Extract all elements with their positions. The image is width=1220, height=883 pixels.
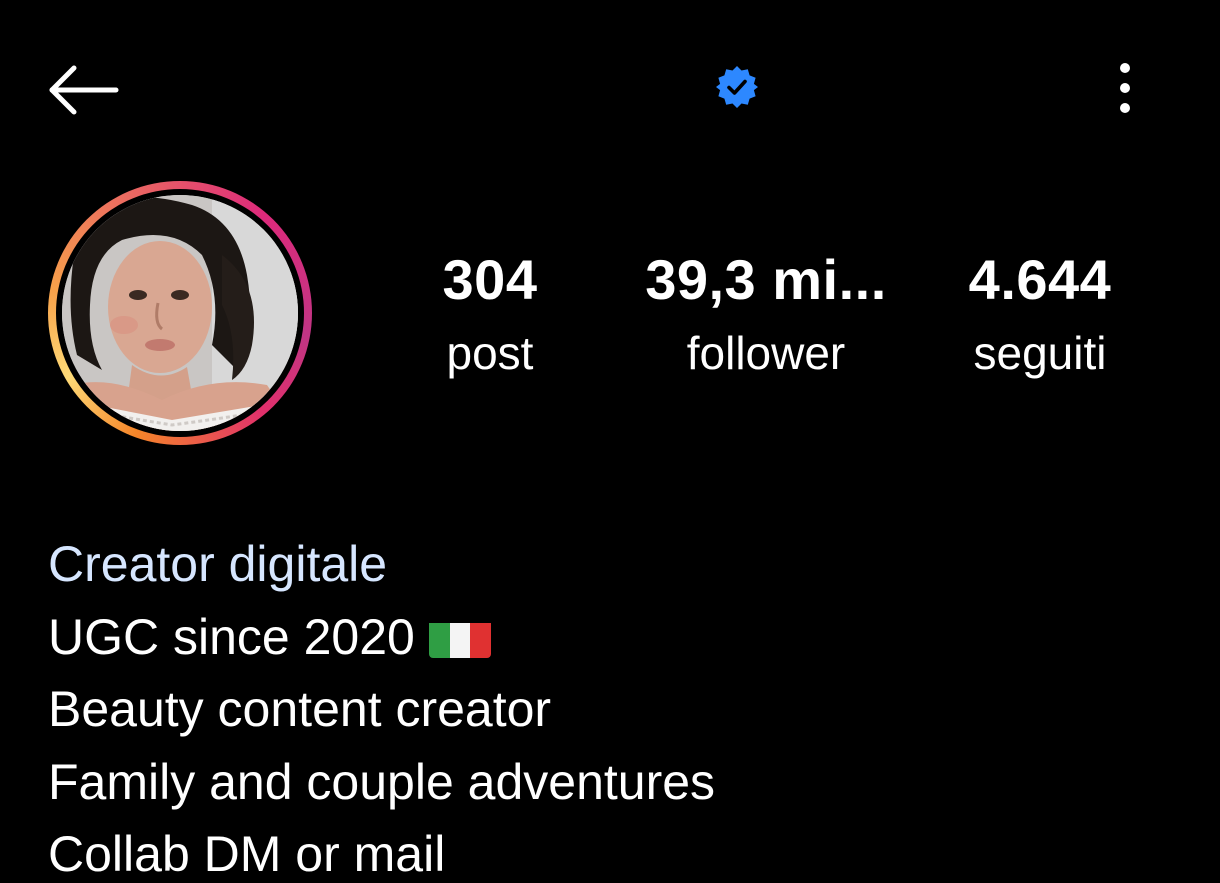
profile-photo-illustration: [62, 195, 298, 431]
top-bar: [0, 0, 1220, 180]
followers-label: follower: [686, 327, 846, 379]
following-stat[interactable]: 4.644 seguiti: [910, 247, 1170, 383]
following-label: seguiti: [973, 327, 1107, 379]
vertical-ellipsis-icon: [1120, 63, 1130, 113]
posts-stat[interactable]: 304 post: [360, 247, 620, 383]
italy-flag-icon: [428, 614, 491, 658]
bio-line: Family and couple adventures: [48, 753, 716, 810]
bio-line: Beauty content creator: [48, 681, 552, 737]
story-ring: [48, 181, 312, 445]
bio: Creator digitale UGC since 2020 Beauty c…: [48, 528, 1148, 883]
bio-line: Collab DM or mail: [48, 826, 446, 882]
arrow-left-icon: [49, 65, 119, 115]
more-options-button[interactable]: [1100, 58, 1150, 122]
followers-count: 39,3 mi...: [645, 248, 887, 311]
followers-stat[interactable]: 39,3 mi... follower: [636, 247, 896, 383]
posts-label: post: [446, 327, 534, 379]
bio-line: UGC since 2020: [48, 601, 1148, 674]
verified-badge-icon: [714, 64, 760, 110]
avatar[interactable]: [48, 181, 312, 445]
posts-count: 304: [442, 248, 538, 311]
bio-category[interactable]: Creator digitale: [48, 528, 1148, 601]
following-count: 4.644: [968, 248, 1112, 311]
bio-line-text: UGC since 2020: [48, 608, 415, 665]
profile-photo: [62, 195, 298, 431]
back-button[interactable]: [44, 58, 124, 122]
